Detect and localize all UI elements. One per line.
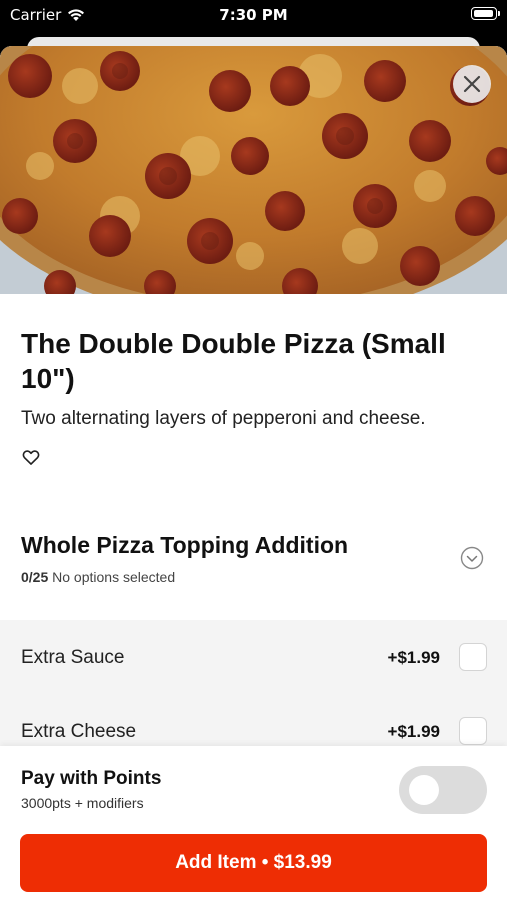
item-detail-sheet: The Double Double Pizza (Small 10") Two … bbox=[0, 46, 507, 900]
checkout-bar: Pay with Points 3000pts + modifiers Add … bbox=[0, 746, 507, 900]
pay-with-points-title: Pay with Points bbox=[21, 768, 162, 789]
status-bar: Carrier 7:30 PM bbox=[0, 0, 507, 30]
status-time: 7:30 PM bbox=[219, 6, 288, 24]
chevron-down-icon[interactable] bbox=[460, 546, 484, 570]
item-title: The Double Double Pizza (Small 10") bbox=[21, 328, 446, 394]
modifier-group-title: Whole Pizza Topping Addition bbox=[21, 532, 349, 558]
pizza-photo bbox=[0, 46, 507, 294]
pay-with-points-toggle[interactable] bbox=[399, 766, 487, 814]
option-checkbox[interactable] bbox=[459, 643, 487, 671]
option-name: Extra Sauce bbox=[21, 647, 125, 668]
close-button[interactable] bbox=[453, 65, 491, 103]
selection-status: No options selected bbox=[52, 569, 176, 585]
add-item-button[interactable]: Add Item • $13.99 bbox=[20, 834, 487, 892]
battery-icon bbox=[471, 7, 500, 20]
heart-icon[interactable] bbox=[21, 447, 41, 467]
item-description: Two alternating layers of pepperoni and … bbox=[21, 408, 426, 429]
option-checkbox[interactable] bbox=[459, 717, 487, 745]
option-row-extra-sauce[interactable]: Extra Sauce +$1.99 bbox=[0, 628, 507, 688]
option-price: +$1.99 bbox=[387, 648, 440, 667]
modifier-group-status: 0/25 No options selected bbox=[21, 569, 175, 585]
selection-count: 0/25 bbox=[21, 569, 49, 585]
pay-with-points-subtitle: 3000pts + modifiers bbox=[21, 795, 144, 811]
close-icon bbox=[463, 75, 481, 93]
toggle-knob bbox=[409, 775, 439, 805]
